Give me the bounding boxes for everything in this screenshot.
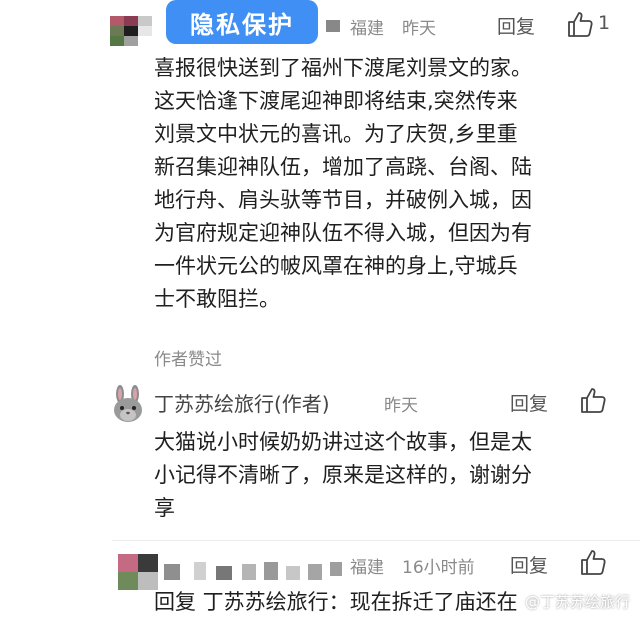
- comment-1-body: 喜报很快送到了福州下渡尾刘景文的家。 这天恰逢下渡尾迎神即将结束,突然传来 刘景…: [154, 52, 624, 316]
- watermark: @丁苏苏绘旅行: [524, 593, 630, 611]
- reply-button[interactable]: 回复: [510, 389, 548, 416]
- comment-text-line: 小记得不清晰了，原来是这样的，谢谢分: [154, 463, 532, 487]
- comment-text-line: 士不敢阻拦。: [154, 287, 280, 311]
- comment-text-line: 地行舟、肩头驮等节目，并破例入城，因: [154, 188, 532, 212]
- avatar-pixelated[interactable]: [110, 16, 152, 46]
- comment-divider: [112, 540, 640, 541]
- comment-2-body: 大猫说小时候奶奶讲过这个故事，但是太 小记得不清晰了，原来是这样的，谢谢分 享: [154, 426, 624, 525]
- reply-button[interactable]: 回复: [497, 12, 535, 39]
- comment-time: 昨天: [402, 19, 436, 39]
- like-thumb-icon[interactable]: [579, 386, 607, 414]
- comment-text-line: 一件状元公的帔风罩在神的身上,守城兵: [154, 254, 518, 278]
- like-thumb-icon[interactable]: [579, 548, 607, 576]
- comment-location: 福建: [350, 19, 384, 39]
- like-count: 1: [598, 12, 611, 34]
- privacy-badge: 隐私保护: [166, 0, 318, 44]
- comment-time: 昨天: [384, 396, 418, 416]
- rabbit-avatar-icon: [109, 385, 147, 423]
- username-pixelated[interactable]: [164, 560, 324, 582]
- comment-text-line: 为官府规定迎神队伍不得入城，但因为有: [154, 221, 532, 245]
- comment-text-line: 新召集迎神队伍，增加了高跷、台阁、陆: [154, 155, 532, 179]
- badge-pixelated: [330, 562, 342, 576]
- avatar-pixelated[interactable]: [118, 554, 158, 590]
- comment-text-line: 刘景文中状元的喜讯。为了庆贺,乡里重: [154, 122, 518, 146]
- comment-text-line: 享: [154, 496, 175, 520]
- liked-by-author-label: 作者赞过: [154, 350, 222, 370]
- comment-time: 16小时前: [402, 558, 475, 578]
- like-thumb-icon[interactable]: [566, 10, 594, 38]
- comment-text-line: 这天恰逢下渡尾迎神即将结束,突然传来: [154, 89, 518, 113]
- author-name-link[interactable]: 丁苏苏绘旅行(作者): [154, 388, 330, 417]
- username-pixelated[interactable]: [326, 20, 340, 32]
- comment-text-line: 大猫说小时候奶奶讲过这个故事，但是太: [154, 430, 532, 454]
- reply-button[interactable]: 回复: [510, 551, 548, 578]
- comment-text-line: 喜报很快送到了福州下渡尾刘景文的家。: [154, 56, 532, 80]
- comment-location: 福建: [350, 558, 384, 578]
- author-avatar[interactable]: [108, 384, 148, 428]
